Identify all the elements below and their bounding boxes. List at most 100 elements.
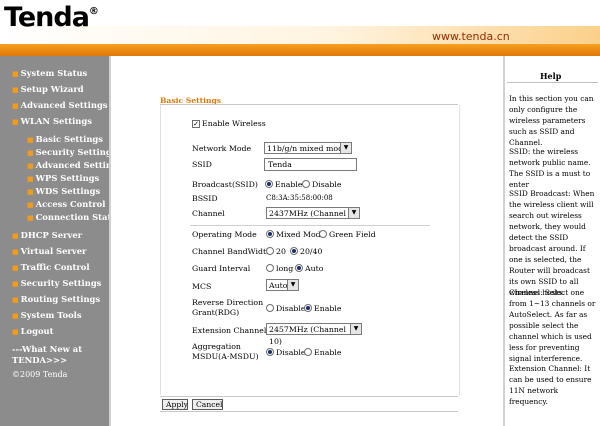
- amsdu-disable-radio[interactable]: [266, 348, 274, 356]
- whats-new-link[interactable]: ---What New at TENDA>>>: [12, 344, 82, 366]
- enable-wireless-checkbox[interactable]: ✓: [192, 120, 200, 128]
- broadcast-enable-radio[interactable]: [265, 180, 273, 188]
- sidebar-item-virtual-server[interactable]: ■ Virtual Server: [12, 246, 86, 256]
- operating-mode-green-radio[interactable]: [319, 230, 327, 238]
- channel-label: Channel: [192, 209, 225, 218]
- apply-button[interactable]: Apply: [162, 399, 188, 410]
- header: Tenda® www.tenda.cn: [0, 0, 600, 44]
- broadcast-disable-label: Disable: [312, 180, 342, 189]
- footer-divider-bottom: [160, 411, 458, 412]
- bandwidth-20-radio[interactable]: [266, 247, 274, 255]
- sidebar-item-traffic-control[interactable]: ■ Traffic Control: [12, 262, 90, 272]
- operating-mode-mixed-radio[interactable]: [266, 230, 274, 238]
- sidebar-item-label: System Status: [20, 68, 88, 78]
- rdg-enable-label: Enable: [314, 304, 342, 313]
- help-paragraph: In this section you can only configure t…: [509, 94, 594, 147]
- sidebar-item-routing-settings[interactable]: ■ Routing Settings: [12, 294, 100, 304]
- sidebar-item-advanced-settings[interactable]: ■ Advanced Settings: [12, 100, 108, 110]
- mcs-value: Auto: [269, 281, 288, 290]
- sidebar-item-label: WDS Settings: [35, 186, 101, 196]
- sidebar-item-security-settings[interactable]: ■ Security Settings: [12, 278, 101, 288]
- channel-select[interactable]: 2437MHz (Channel 6) ▼: [266, 207, 360, 219]
- guard-auto-radio[interactable]: [295, 264, 303, 272]
- operating-mode-mixed-label: Mixed Mode: [276, 230, 326, 239]
- ext-channel-select[interactable]: 2457MHz (Channel 10) ▼: [266, 323, 362, 346]
- sidebar-item-setup-wizard[interactable]: ■ Setup Wizard: [12, 84, 84, 94]
- footer-divider: [160, 396, 458, 397]
- bssid-value: C8:3A:35:58:00:08: [266, 194, 333, 202]
- guard-interval-label: Guard Interval: [192, 264, 251, 273]
- help-divider: [507, 82, 598, 83]
- rdg-enable-radio[interactable]: [304, 304, 312, 312]
- bandwidth-label: Channel BandWidth: [192, 247, 272, 256]
- sidebar-item-security-settings-sub[interactable]: ■ Security Settings: [27, 147, 116, 157]
- bullet-icon: ■: [12, 295, 19, 304]
- sidebar-item-label: Advanced Settings: [20, 100, 108, 110]
- bullet-icon: ■: [27, 161, 34, 170]
- help-paragraph: SSID Broadcast: When the wireless client…: [509, 189, 595, 297]
- sidebar-item-system-tools[interactable]: ■ System Tools: [12, 310, 82, 320]
- network-mode-select[interactable]: 11b/g/n mixed mode ▼: [264, 142, 352, 154]
- sidebar-item-connection-status-sub[interactable]: ■ Connection Status: [27, 212, 122, 222]
- bandwidth-2040-radio[interactable]: [290, 247, 298, 255]
- amsdu-disable-label: Disable: [276, 348, 306, 357]
- rdg-disable-radio[interactable]: [266, 304, 274, 312]
- sidebar-item-wds-settings-sub[interactable]: ■ WDS Settings: [27, 186, 100, 196]
- bullet-icon: ■: [12, 263, 19, 272]
- bullet-icon: ■: [12, 69, 19, 78]
- sidebar-item-basic-settings-sub[interactable]: ■ Basic Settings: [27, 134, 103, 144]
- rdg-disable-label: Disable: [276, 304, 306, 313]
- sidebar-item-label: Routing Settings: [20, 294, 101, 304]
- sidebar-item-label: Setup Wizard: [20, 84, 84, 94]
- sidebar-item-wps-settings-sub[interactable]: ■ WPS Settings: [27, 173, 99, 183]
- sidebar-item-label: Access Control: [35, 199, 106, 209]
- bullet-icon: ■: [27, 213, 34, 222]
- network-mode-value: 11b/g/n mixed mode: [267, 144, 348, 153]
- sidebar-item-label: Virtual Server: [20, 246, 87, 256]
- help-title: Help: [540, 71, 562, 81]
- amsdu-enable-label: Enable: [314, 348, 342, 357]
- chevron-down-icon: ▼: [287, 280, 298, 290]
- chevron-down-icon: ▼: [350, 324, 361, 334]
- broadcast-disable-radio[interactable]: [302, 180, 310, 188]
- mcs-select[interactable]: Auto ▼: [266, 279, 299, 291]
- orange-bar: [0, 44, 600, 56]
- whats-new-line1: ---What New at: [12, 344, 83, 354]
- guard-long-radio[interactable]: [266, 264, 274, 272]
- bullet-icon: ■: [12, 117, 19, 126]
- sidebar-item-access-control-sub[interactable]: ■ Access Control: [27, 199, 105, 209]
- sidebar-item-label: WPS Settings: [35, 173, 100, 183]
- bullet-icon: ■: [27, 187, 34, 196]
- broadcast-label: Broadcast(SSID): [192, 180, 258, 189]
- bullet-icon: ■: [12, 311, 19, 320]
- ext-channel-label: Extension Channel: [192, 326, 267, 335]
- sidebar-item-logout[interactable]: ■ Logout: [12, 326, 54, 336]
- whats-new-line2: TENDA>>>: [12, 355, 68, 365]
- operating-mode-green-label: Green Field: [329, 230, 376, 239]
- enable-wireless-label: Enable Wireless: [202, 119, 266, 128]
- chevron-down-icon: ▼: [340, 143, 351, 153]
- sidebar-item-label: System Tools: [20, 310, 82, 320]
- ssid-input[interactable]: Tenda: [264, 158, 357, 171]
- operating-mode-label: Operating Mode: [192, 230, 257, 239]
- site-url[interactable]: www.tenda.cn: [432, 30, 510, 43]
- bullet-icon: ■: [27, 135, 34, 144]
- help-paragraph: Extension Channel: It can be used to ens…: [509, 364, 592, 406]
- amsdu-label-line1: Aggregation: [192, 342, 241, 351]
- bullet-icon: ■: [27, 148, 34, 157]
- sidebar-item-label: Basic Settings: [35, 134, 103, 144]
- bandwidth-2040-label: 20/40: [300, 247, 323, 256]
- sidebar-item-dhcp-server[interactable]: ■ DHCP Server: [12, 230, 82, 240]
- bullet-icon: ■: [12, 327, 19, 336]
- bandwidth-20-label: 20: [276, 247, 286, 256]
- bullet-icon: ■: [12, 247, 19, 256]
- cancel-button[interactable]: Cancel: [192, 399, 223, 410]
- sidebar-item-system-status[interactable]: ■ System Status: [12, 68, 87, 78]
- bullet-icon: ■: [27, 200, 34, 209]
- amsdu-enable-radio[interactable]: [304, 348, 312, 356]
- sidebar-item-wlan-settings[interactable]: ■ WLAN Settings: [12, 116, 92, 126]
- sidebar-item-label: Security Settings: [35, 147, 117, 157]
- bullet-icon: ■: [12, 85, 19, 94]
- mcs-label: MCS: [192, 282, 212, 291]
- bssid-label: BSSID: [192, 194, 218, 203]
